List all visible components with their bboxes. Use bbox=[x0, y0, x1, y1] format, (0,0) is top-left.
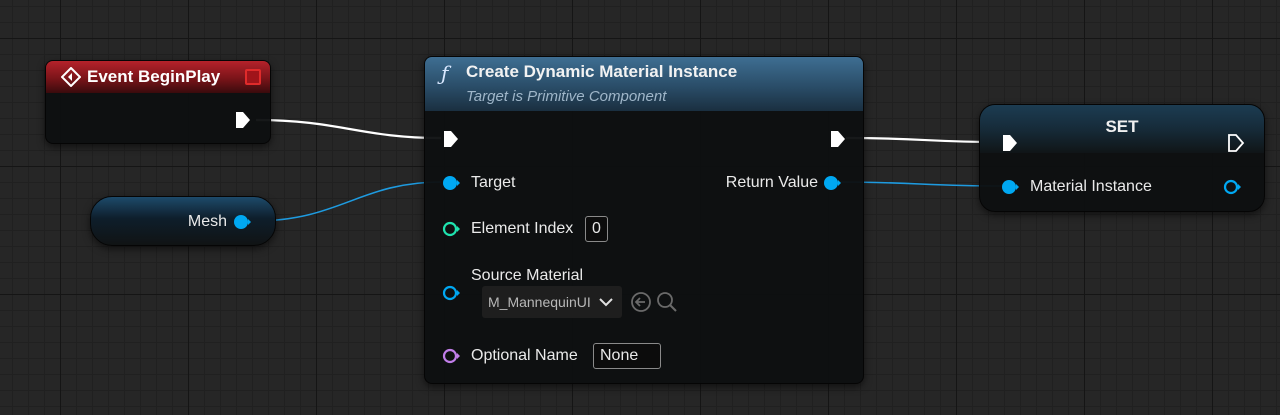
browse-asset-search-icon[interactable] bbox=[656, 291, 678, 313]
event-node-header: Event BeginPlay bbox=[46, 61, 270, 93]
source-material-label: Source Material bbox=[471, 267, 584, 284]
element-index-pin[interactable] bbox=[442, 220, 460, 238]
exec-wire-event-to-function bbox=[255, 118, 442, 140]
event-diamond-icon bbox=[61, 67, 81, 87]
function-node-subtitle: Target is Primitive Component bbox=[466, 88, 667, 105]
delegate-pin-icon[interactable] bbox=[245, 69, 261, 85]
set-material-instance-node[interactable]: SET Material Instance bbox=[979, 104, 1265, 212]
element-index-label: Element Index bbox=[471, 220, 574, 237]
event-node-title: Event BeginPlay bbox=[87, 67, 221, 86]
optional-name-label: Optional Name bbox=[471, 347, 578, 364]
mesh-label: Mesh bbox=[187, 213, 227, 230]
function-node-header: ƒ Create Dynamic Material Instance Targe… bbox=[425, 57, 863, 111]
return-value-pin[interactable] bbox=[823, 174, 841, 192]
chevron-down-icon bbox=[599, 298, 613, 307]
optional-name-input[interactable]: None bbox=[593, 343, 661, 369]
exec-wire-function-to-set bbox=[845, 136, 1001, 144]
set-node-title: SET bbox=[1105, 117, 1139, 136]
mesh-output-pin[interactable] bbox=[233, 213, 251, 231]
mesh-variable-node[interactable]: Mesh bbox=[90, 196, 276, 246]
event-beginplay-node[interactable]: Event BeginPlay bbox=[45, 60, 271, 144]
source-material-pin[interactable] bbox=[442, 284, 460, 302]
optional-name-pin[interactable] bbox=[442, 347, 460, 365]
target-pin[interactable] bbox=[442, 174, 460, 192]
exec-out-pin[interactable] bbox=[829, 130, 847, 148]
return-value-label: Return Value bbox=[725, 174, 818, 191]
function-icon: ƒ bbox=[441, 61, 449, 85]
source-material-dropdown[interactable]: M_MannequinUI bbox=[482, 286, 622, 318]
material-instance-input-pin[interactable] bbox=[1001, 178, 1019, 196]
material-instance-output-pin[interactable] bbox=[1223, 178, 1241, 196]
set-node-header: SET bbox=[980, 105, 1264, 153]
function-node-title: Create Dynamic Material Instance bbox=[466, 62, 738, 81]
exec-out-pin[interactable] bbox=[1227, 134, 1245, 152]
source-material-value: M_MannequinUI bbox=[488, 294, 591, 310]
exec-in-pin[interactable] bbox=[1001, 134, 1019, 152]
exec-out-pin[interactable] bbox=[234, 111, 252, 129]
material-instance-label: Material Instance bbox=[1030, 178, 1152, 195]
create-dynamic-material-instance-node[interactable]: ƒ Create Dynamic Material Instance Targe… bbox=[424, 56, 864, 384]
element-index-input[interactable]: 0 bbox=[585, 216, 608, 242]
use-selected-asset-icon[interactable] bbox=[630, 291, 652, 313]
exec-in-pin[interactable] bbox=[442, 130, 460, 148]
wire-mesh-to-target bbox=[253, 181, 442, 222]
target-label: Target bbox=[471, 174, 516, 191]
